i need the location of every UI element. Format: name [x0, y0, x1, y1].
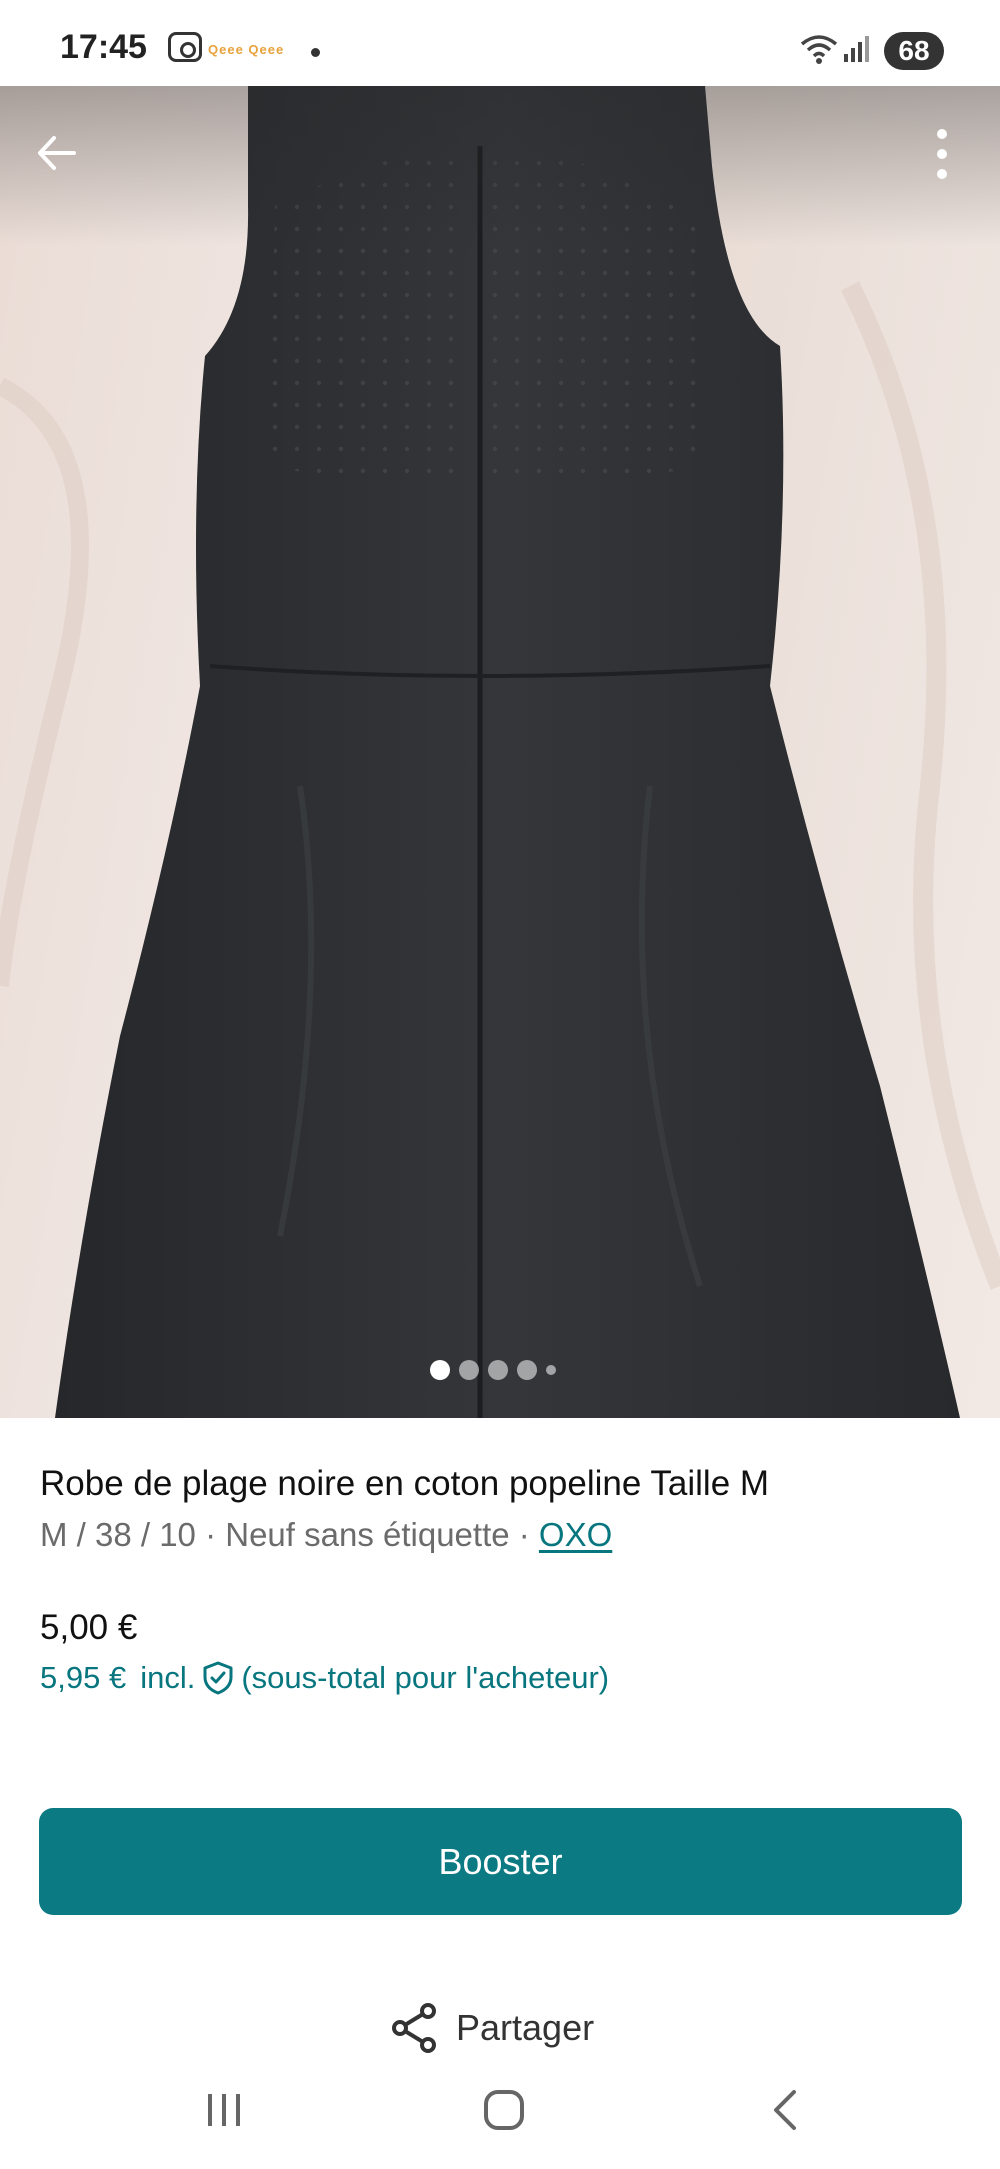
back-arrow-icon[interactable]: [30, 126, 84, 180]
page-dot[interactable]: [546, 1365, 556, 1375]
buyer-incl: incl.: [140, 1660, 196, 1695]
photo-top-gradient: [0, 86, 1000, 246]
carousel-page-indicator: [430, 1358, 556, 1382]
buyer-note: (sous-total pour l'acheteur): [241, 1660, 610, 1695]
brand-link[interactable]: OXO: [539, 1516, 612, 1553]
booster-button[interactable]: Booster: [39, 1808, 962, 1915]
recents-icon[interactable]: [204, 2092, 244, 2128]
status-app-text: Qeee Qeee: [208, 42, 285, 57]
back-icon[interactable]: [770, 2088, 800, 2132]
product-price: 5,00 €: [40, 1608, 138, 1647]
product-photo-carousel[interactable]: [0, 86, 1000, 1418]
more-vert-icon[interactable]: [922, 124, 962, 184]
buyer-price-row[interactable]: 5,95 € incl. (sous-total pour l'acheteur…: [40, 1660, 609, 1696]
shield-check-icon: [203, 1661, 233, 1695]
page-dot[interactable]: [459, 1360, 479, 1380]
page-dot[interactable]: [430, 1360, 450, 1380]
product-title: Robe de plage noire en coton popeline Ta…: [40, 1464, 770, 1503]
page-dot[interactable]: [517, 1360, 537, 1380]
home-icon[interactable]: [484, 2090, 524, 2130]
share-button[interactable]: Partager: [390, 2000, 594, 2056]
dress-photo: [0, 86, 1000, 1418]
status-time: 17:45: [60, 28, 147, 66]
product-details: M / 38 / 10 · Neuf sans étiquette · OXO: [40, 1516, 612, 1554]
buyer-price: 5,95 €: [40, 1660, 127, 1695]
status-bar: 17:45 Qeee Qeee 68: [0, 0, 1000, 86]
signal-icon: [844, 36, 869, 62]
system-nav-bar: [0, 2070, 1000, 2169]
notification-dot-icon: [311, 48, 320, 57]
share-icon: [392, 2003, 436, 2053]
product-size-condition: M / 38 / 10 · Neuf sans étiquette ·: [40, 1516, 539, 1553]
camera-icon: [168, 32, 202, 62]
share-label: Partager: [456, 2007, 595, 2048]
wifi-icon: [800, 35, 838, 64]
battery-icon: 68: [884, 32, 944, 70]
page-dot[interactable]: [488, 1360, 508, 1380]
